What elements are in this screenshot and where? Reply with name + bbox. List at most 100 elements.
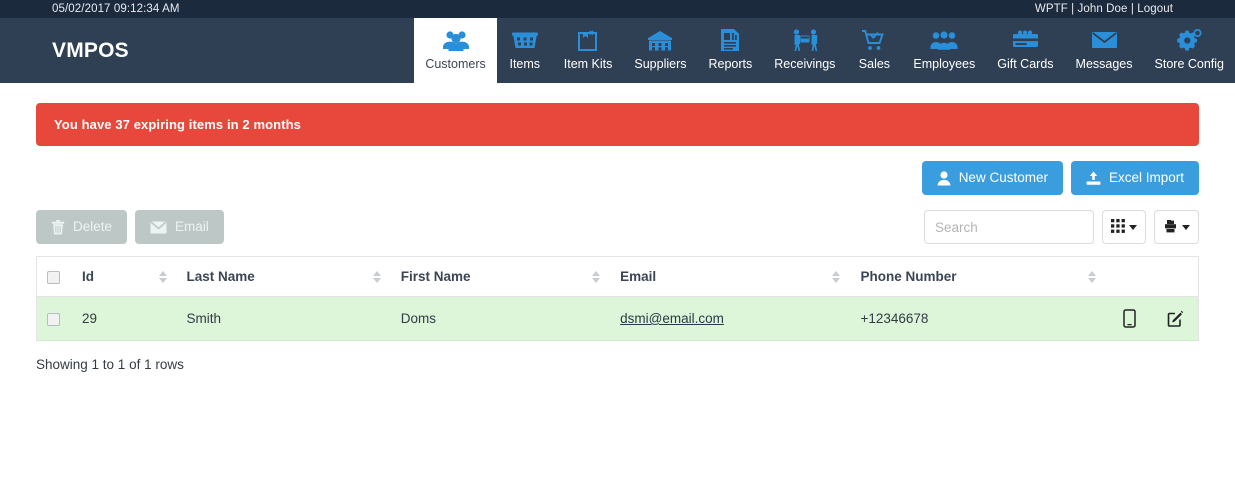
nav-label-messages: Messages (1075, 57, 1133, 71)
sort-icon-last-name[interactable] (372, 270, 381, 283)
item-kits-icon (576, 27, 600, 53)
nav-label-sales: Sales (858, 57, 891, 71)
cell-last-name: Smith (176, 296, 391, 341)
nav-label-items: Items (509, 57, 541, 71)
row-edit-action[interactable] (1152, 296, 1199, 341)
nav-label-reports: Reports (708, 57, 753, 71)
receivings-icon (792, 27, 818, 53)
main-content: You have 37 expiring items in 2 months N… (0, 103, 1235, 372)
nav-item-messages[interactable]: Messages (1065, 18, 1144, 83)
sort-icon-first-name[interactable] (592, 270, 601, 283)
nav-item-suppliers[interactable]: Suppliers (623, 18, 697, 83)
nav-label-employees: Employees (913, 57, 976, 71)
nav-items: Customers Items Item Kits Suppliers Repo… (414, 18, 1235, 83)
current-datetime: 05/02/2017 09:12:34 AM (52, 3, 180, 15)
import-upload-icon (1086, 171, 1101, 186)
items-icon (511, 27, 538, 53)
delete-label: Delete (73, 219, 113, 235)
edit-pencil-icon[interactable] (1167, 310, 1184, 327)
nav-item-reports[interactable]: Reports (698, 18, 764, 83)
table-controls (924, 210, 1199, 244)
table-toolbar: Delete Email (36, 210, 1199, 244)
store-config-icon (1176, 27, 1202, 53)
nav-item-items[interactable]: Items (497, 18, 553, 83)
gift-cards-icon (1012, 27, 1039, 53)
select-all-header (36, 256, 73, 297)
nav-label-item-kits: Item Kits (563, 57, 613, 71)
export-icon (1163, 218, 1178, 236)
cell-id: 29 (72, 296, 177, 341)
columns-grid-icon (1111, 218, 1125, 236)
main-navbar: VMPOS Customers Items Item Kits Supplier… (0, 18, 1235, 83)
nav-item-item-kits[interactable]: Item Kits (553, 18, 624, 83)
employees-icon (930, 27, 958, 53)
sales-icon (861, 27, 887, 53)
excel-import-label: Excel Import (1108, 170, 1184, 186)
email-link[interactable]: dsmi@email.com (620, 311, 724, 326)
column-label-email: Email (620, 269, 657, 284)
trash-icon (51, 219, 65, 235)
table-header-row: Id Last Name First Name Email Phone Numb… (36, 256, 1199, 297)
column-label-last-name: Last Name (186, 269, 255, 284)
sort-icon-phone-number[interactable] (1088, 270, 1097, 283)
nav-item-sales[interactable]: Sales (846, 18, 902, 83)
search-input[interactable] (924, 210, 1094, 244)
columns-toggle-button[interactable] (1102, 210, 1146, 244)
account-menu[interactable]: WPTF | John Doe | Logout (1035, 3, 1225, 15)
column-label-phone-number: Phone Number (860, 269, 957, 284)
mobile-phone-icon[interactable] (1123, 309, 1136, 328)
envelope-icon (150, 220, 167, 234)
nav-item-employees[interactable]: Employees (902, 18, 986, 83)
sort-icon-email[interactable] (832, 270, 841, 283)
expiring-items-alert: You have 37 expiring items in 2 months (36, 103, 1199, 146)
row-checkbox[interactable] (47, 312, 60, 326)
table-body: 29 Smith Doms dsmi@email.com +12346678 (36, 296, 1199, 341)
nav-item-gift-cards[interactable]: Gift Cards (986, 18, 1064, 83)
column-header-phone-number[interactable]: Phone Number (850, 256, 1107, 297)
app-brand-title[interactable]: VMPOS (0, 18, 129, 83)
bulk-actions: Delete Email (36, 210, 224, 244)
cell-first-name: Doms (390, 296, 611, 341)
cell-phone-number: +12346678 (850, 296, 1107, 341)
column-header-id[interactable]: Id (72, 256, 177, 297)
email-button[interactable]: Email (135, 210, 224, 244)
new-customer-button[interactable]: New Customer (921, 161, 1063, 195)
export-button[interactable] (1154, 210, 1199, 244)
customers-icon (442, 27, 470, 53)
cell-email: dsmi@email.com (610, 296, 851, 341)
messages-icon (1091, 27, 1118, 53)
sort-icon-id[interactable] (158, 270, 167, 283)
column-header-email[interactable]: Email (610, 256, 851, 297)
chevron-down-icon (1129, 224, 1137, 230)
nav-label-customers: Customers (425, 57, 486, 71)
nav-label-store-config: Store Config (1154, 57, 1224, 71)
column-header-last-name[interactable]: Last Name (176, 256, 391, 297)
chevron-down-icon (1182, 224, 1190, 230)
excel-import-button[interactable]: Excel Import (1070, 161, 1199, 195)
column-header-edit (1152, 256, 1199, 297)
email-label: Email (175, 219, 209, 235)
nav-label-receivings: Receivings (774, 57, 836, 71)
customers-table: Id Last Name First Name Email Phone Numb… (36, 256, 1199, 341)
reports-icon (718, 27, 742, 53)
top-utility-bar: 05/02/2017 09:12:34 AM WPTF | John Doe |… (0, 0, 1235, 18)
table-pagination-info: Showing 1 to 1 of 1 rows (36, 357, 184, 372)
row-select-cell (36, 296, 73, 341)
suppliers-icon (647, 27, 673, 53)
new-customer-label: New Customer (958, 170, 1048, 186)
column-label-first-name: First Name (400, 269, 471, 284)
nav-item-receivings[interactable]: Receivings (763, 18, 846, 83)
column-header-first-name[interactable]: First Name (390, 256, 611, 297)
column-header-sms (1106, 256, 1153, 297)
table-header: Id Last Name First Name Email Phone Numb… (36, 256, 1199, 297)
nav-label-gift-cards: Gift Cards (997, 57, 1054, 71)
page-action-row: New Customer Excel Import (36, 161, 1199, 195)
table-row[interactable]: 29 Smith Doms dsmi@email.com +12346678 (36, 296, 1199, 341)
select-all-checkbox[interactable] (47, 270, 60, 284)
nav-item-customers[interactable]: Customers (414, 18, 497, 83)
nav-item-store-config[interactable]: Store Config (1144, 18, 1235, 83)
row-sms-action[interactable] (1106, 296, 1153, 341)
delete-button[interactable]: Delete (36, 210, 128, 244)
person-icon (937, 170, 951, 186)
nav-label-suppliers: Suppliers (634, 57, 687, 71)
